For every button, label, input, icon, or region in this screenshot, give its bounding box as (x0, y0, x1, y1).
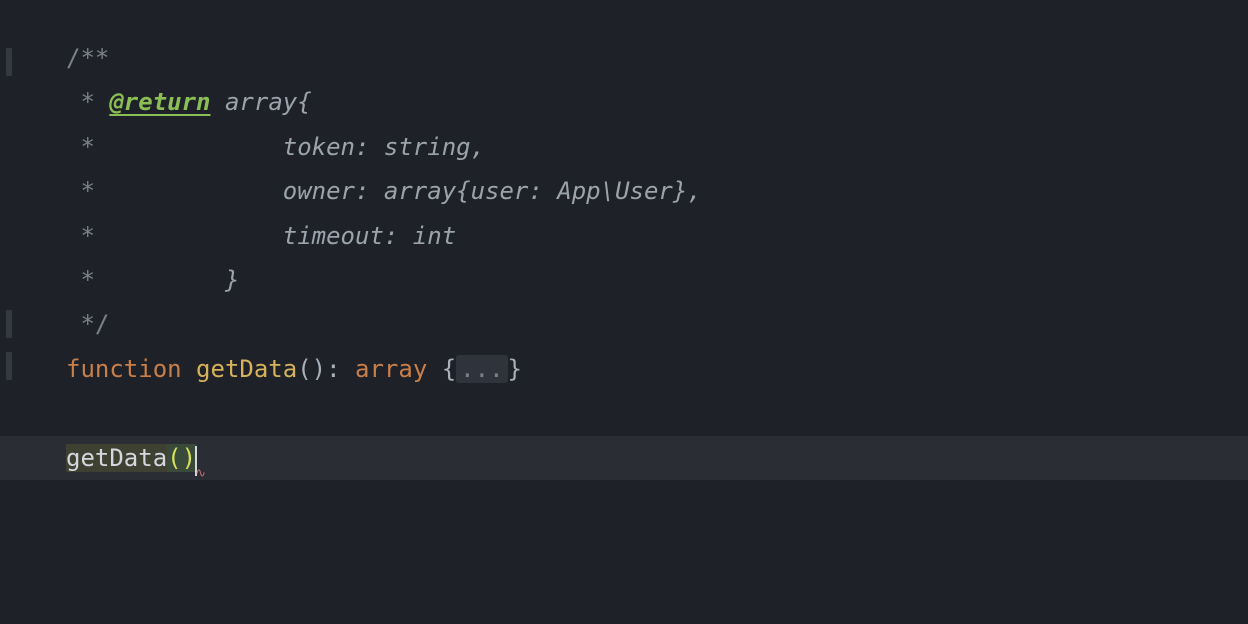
doc-open: /** (66, 44, 109, 72)
code-line[interactable]: * } (0, 258, 1248, 302)
function-name: getData (196, 355, 297, 383)
doc-star: * (66, 133, 95, 161)
parens: () (297, 355, 326, 383)
call-name: getData (66, 444, 167, 472)
doc-star: * (66, 177, 95, 205)
brace-close: } (508, 355, 522, 383)
error-squiggle-icon: ∿ (195, 462, 204, 486)
doc-text: timeout: int (95, 222, 456, 250)
code-line[interactable]: * token: string, (0, 125, 1248, 169)
doc-star: * (66, 222, 95, 250)
code-line-current[interactable]: getData()∿ (0, 436, 1248, 480)
code-lines[interactable]: /** * @return array{ * token: string, * … (0, 36, 1248, 480)
code-line[interactable]: * owner: array{user: App\User}, (0, 169, 1248, 213)
call-paren-open: ( (167, 444, 181, 472)
code-line[interactable]: */ (0, 302, 1248, 346)
fold-ellipsis[interactable]: ... (456, 355, 507, 383)
code-line[interactable]: /** (0, 36, 1248, 80)
doc-text: token: string, (95, 133, 485, 161)
doc-text: } (95, 266, 240, 294)
doc-star: * (66, 88, 95, 116)
doc-return-tag: @return (109, 88, 210, 116)
keyword-function: function (66, 355, 182, 383)
code-line[interactable]: function getData(): array {...} (0, 347, 1248, 391)
doc-space (95, 88, 109, 116)
call-paren-close: ) (182, 444, 196, 472)
doc-close: */ (66, 310, 109, 338)
code-editor[interactable]: /** * @return array{ * token: string, * … (0, 0, 1248, 624)
doc-text: owner: array{user: App\User}, (95, 177, 702, 205)
colon: : (326, 355, 355, 383)
space (182, 355, 196, 383)
brace-open: { (427, 355, 456, 383)
return-type: array (355, 355, 427, 383)
code-line[interactable]: * @return array{ (0, 80, 1248, 124)
code-line[interactable]: * timeout: int (0, 214, 1248, 258)
doc-text: array{ (211, 88, 312, 116)
doc-star: * (66, 266, 95, 294)
code-line-blank[interactable] (0, 391, 1248, 435)
